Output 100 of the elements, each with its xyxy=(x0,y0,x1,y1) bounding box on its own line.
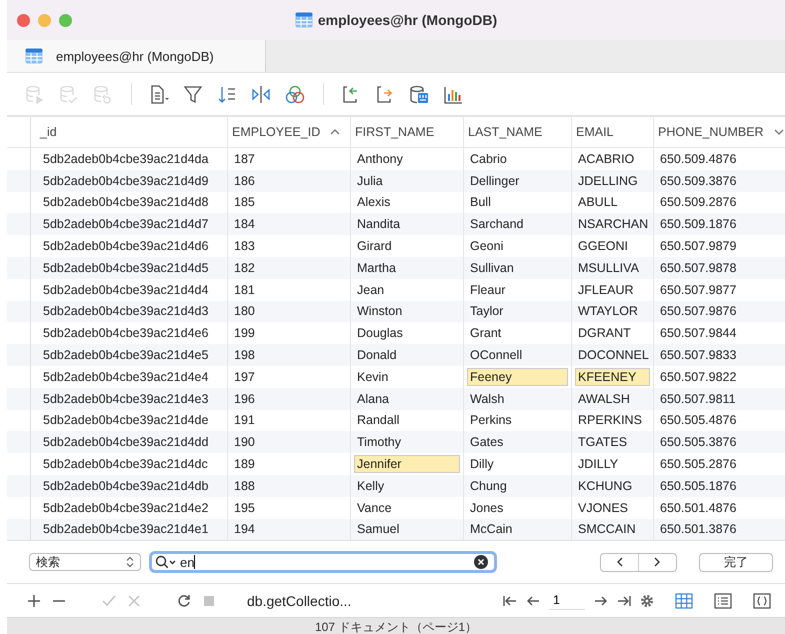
document-menu-icon[interactable] xyxy=(149,84,170,104)
table-cell-text: SMCCAIN xyxy=(577,521,637,538)
add-icon[interactable] xyxy=(27,594,41,608)
table-cell-text: Kelly xyxy=(356,478,386,495)
last-page-icon[interactable] xyxy=(617,594,631,607)
split-columns-icon[interactable] xyxy=(251,84,272,104)
done-button[interactable]: 完了 xyxy=(699,552,773,572)
window-title: employees@hr (MongoDB) xyxy=(318,12,498,28)
table-cell-text: 199 xyxy=(233,325,256,342)
table-cell-text: Julia xyxy=(356,172,384,190)
table-cell-text: 650.507.9876 xyxy=(659,303,738,320)
chevron-left-icon xyxy=(616,557,623,568)
status-text: 107 ドキュメント（ページ1） xyxy=(314,619,478,634)
table-cell-text: 5db2adeb0b4cbe39ac21d4d6 xyxy=(42,238,210,256)
table-cell-text: Walsh xyxy=(469,390,506,408)
first-page-icon[interactable] xyxy=(503,594,517,607)
table-cell: KFEENEY xyxy=(575,368,650,386)
table-icon xyxy=(25,48,43,64)
clear-icon[interactable] xyxy=(474,555,488,570)
table-cell-text: 196 xyxy=(233,390,256,408)
table-cell-text: 650.509.4876 xyxy=(659,150,738,168)
table-cell-text: 190 xyxy=(233,434,256,452)
table-cell-text: 5db2adeb0b4cbe39ac21d4dd xyxy=(42,434,210,452)
search-scope-dropdown[interactable]: 検索 xyxy=(29,553,141,572)
table-cell-text: 188 xyxy=(233,478,256,495)
settings-icon[interactable] xyxy=(640,594,654,608)
search-field[interactable]: en xyxy=(149,551,497,574)
table-cell-text: 5db2adeb0b4cbe39ac21d4db xyxy=(42,478,210,495)
table-cell-text: 194 xyxy=(233,521,256,538)
table-cell-text: Nandita xyxy=(356,216,402,234)
close-button[interactable] xyxy=(17,14,30,26)
table-cell-text: Donald xyxy=(356,347,398,364)
circles-icon[interactable] xyxy=(285,84,306,104)
column-title: FIRST_NAME xyxy=(355,125,434,139)
table-cell-text: 650.507.9844 xyxy=(659,325,738,342)
header-cell[interactable]: PHONE_NUMBER xyxy=(654,117,784,147)
list-view-icon[interactable] xyxy=(714,592,732,609)
header-cell[interactable]: EMPLOYEE_ID xyxy=(228,117,351,147)
table-cell-text: 650.505.3876 xyxy=(659,434,738,452)
table-cell-text: 5db2adeb0b4cbe39ac21d4de xyxy=(42,412,210,430)
search-icon xyxy=(155,555,177,570)
table-cell-text: 650.501.4876 xyxy=(659,500,738,517)
table-cell-text: Grant xyxy=(469,325,502,342)
query-text: db.getCollectio... xyxy=(247,592,352,609)
table-cell-text: 650.509.2876 xyxy=(659,194,738,212)
grid-view-icon[interactable] xyxy=(675,592,693,609)
table-cell-text: 650.501.3876 xyxy=(659,521,738,538)
table-cell-text: Kevin xyxy=(356,368,390,386)
table-cell-text: Sullivan xyxy=(469,260,515,277)
column-title: EMPLOYEE_ID xyxy=(232,125,320,139)
table-cell-text: 5db2adeb0b4cbe39ac21d4e5 xyxy=(42,347,210,364)
table-cell-text: OConnell xyxy=(469,347,524,364)
table-cell-text: Taylor xyxy=(469,303,504,320)
table-cell-text: MSULLIVA xyxy=(577,260,640,277)
table-cell-text: JFLEAUR xyxy=(577,282,635,299)
table-cell-text: 5db2adeb0b4cbe39ac21d4e3 xyxy=(42,390,210,408)
database-binary-icon[interactable] xyxy=(409,84,430,104)
table-cell-text: 187 xyxy=(233,150,256,168)
next-page-icon[interactable] xyxy=(594,594,608,607)
filter-icon[interactable] xyxy=(183,84,204,104)
table-cell-text: Jones xyxy=(469,500,504,517)
table-cell-text: ACABRIO xyxy=(577,150,636,168)
refresh-icon[interactable] xyxy=(177,594,191,608)
table-cell-text: Cabrio xyxy=(469,150,508,168)
header-cell[interactable]: EMAIL xyxy=(572,117,654,147)
sort-icon[interactable] xyxy=(217,84,238,104)
table-cell-text: 650.507.9811 xyxy=(659,390,737,408)
braces-icon[interactable] xyxy=(753,592,771,609)
table-cell-text: Samuel xyxy=(356,521,400,538)
table-cell-text: 5db2adeb0b4cbe39ac21d4d7 xyxy=(42,216,210,234)
table-cell-text: 5db2adeb0b4cbe39ac21d4da xyxy=(42,150,210,168)
table-cell-text: 189 xyxy=(233,456,256,474)
table-cell-text: Martha xyxy=(356,260,397,277)
table-cell-text: 181 xyxy=(233,282,256,299)
bar-chart-icon[interactable] xyxy=(443,84,464,104)
table-cell-text: 650.505.4876 xyxy=(659,412,738,430)
table-cell-text: Gates xyxy=(469,434,504,452)
table-cell-text: 650.509.1876 xyxy=(659,216,738,234)
table-cell-text: Sarchand xyxy=(469,216,525,234)
table-cell-text: 198 xyxy=(233,347,256,364)
previous-page-icon[interactable] xyxy=(526,594,540,607)
table-cell-text: Bull xyxy=(469,194,492,212)
table-cell-text: Perkins xyxy=(469,412,513,430)
chevron-down-icon[interactable] xyxy=(774,129,784,135)
table-cell-text: 650.507.9822 xyxy=(659,368,738,386)
header-cell[interactable]: _id xyxy=(31,117,228,147)
table-icon xyxy=(294,12,313,28)
table-cell-text: Fleaur xyxy=(469,282,506,299)
table-cell-text: 183 xyxy=(233,238,256,256)
table-cell-text: Winston xyxy=(356,303,404,320)
table-cell-text: Douglas xyxy=(356,325,404,342)
column-title: PHONE_NUMBER xyxy=(658,125,764,139)
column-title: LAST_NAME xyxy=(468,125,542,139)
table-cell-text: 186 xyxy=(233,172,256,190)
tab[interactable]: employees@hr (MongoDB) xyxy=(7,40,266,72)
table-cell-text: 195 xyxy=(233,500,256,517)
header-cell[interactable]: FIRST_NAME xyxy=(351,117,464,147)
table-cell-text: Dellinger xyxy=(469,172,520,190)
header-cell[interactable]: LAST_NAME xyxy=(464,117,572,147)
table-cell-text: DGRANT xyxy=(577,325,632,342)
